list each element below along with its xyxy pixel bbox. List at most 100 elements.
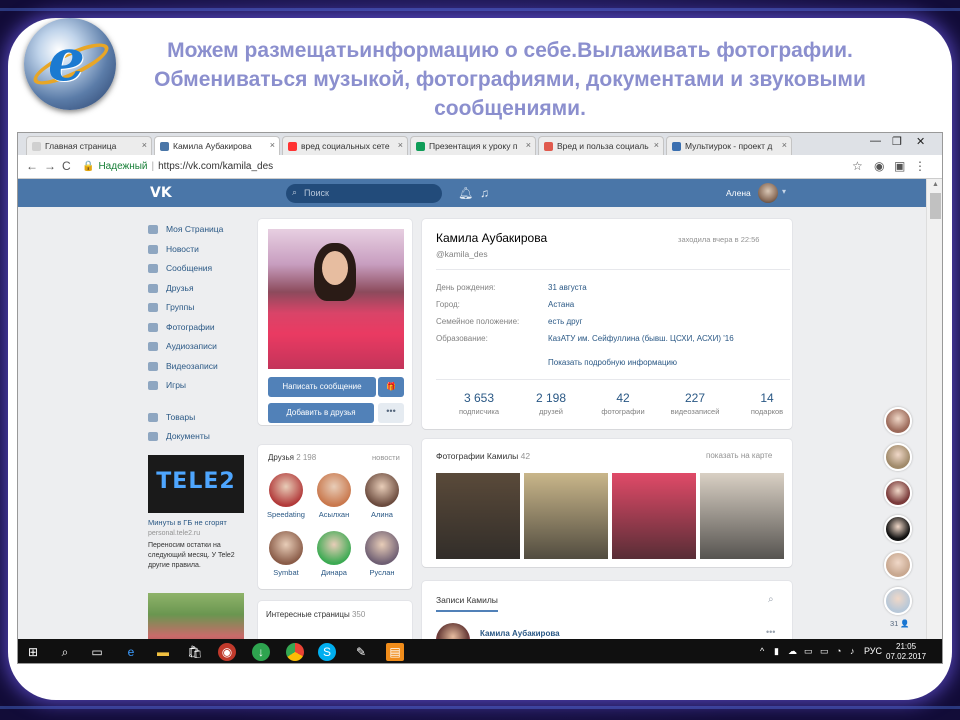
edge-browser-icon[interactable]: e [122,643,140,661]
app-icon[interactable]: ◉ [218,643,236,661]
sidebar-item[interactable]: Сообщения [146,260,256,280]
tray-icon[interactable]: ▭ [804,646,813,657]
profile-photo-thumbnail[interactable] [700,473,784,559]
profile-photo-thumbnail[interactable] [612,473,696,559]
info-value[interactable]: КазАТУ им. Сейфуллина (бывш. ЦСХИ, АСХИ)… [548,334,734,343]
battery-icon[interactable]: ▭ [820,646,829,657]
back-button[interactable]: ← [26,159,38,173]
music-note-icon[interactable]: ♫ [480,186,489,200]
sidebar-item[interactable]: Группы [146,299,256,319]
paint-icon[interactable]: ✎ [352,643,370,661]
windows-start-icon[interactable]: ⊞ [24,643,42,661]
gift-button[interactable]: 🎁 [378,377,404,397]
app-icon[interactable]: ▤ [386,643,404,661]
forward-button[interactable]: → [44,159,56,173]
wall-posts-tab[interactable]: Записи Камилы [436,595,498,612]
network-icon[interactable]: ◔ [836,646,841,656]
torrent-icon[interactable]: ↓ [252,643,270,661]
tray-icon[interactable]: ▮ [774,646,779,657]
friend-item[interactable]: Руслан [360,531,404,577]
tab-close-icon[interactable]: × [654,140,659,150]
tab-close-icon[interactable]: × [526,140,531,150]
tray-icon[interactable]: ☁ [788,646,797,657]
chat-bubble-avatar[interactable] [884,515,912,543]
scroll-up-icon[interactable]: ▲ [932,181,939,188]
ad-image[interactable]: TELE2 [148,455,244,513]
chat-bubble-avatar[interactable] [884,551,912,579]
tab-close-icon[interactable]: × [398,140,403,150]
sidebar-item[interactable]: Товары [146,409,256,429]
sidebar-item[interactable]: Новости [146,241,256,261]
sidebar-item[interactable]: Фотографии [146,319,256,339]
tray-arrow-icon[interactable]: ^ [760,646,764,656]
more-actions-button[interactable]: ••• [378,403,404,423]
page-scrollbar[interactable]: ▲ [926,179,942,639]
friend-item[interactable]: Динара [312,531,356,577]
system-clock[interactable]: 21:05 07.02.2017 [886,642,926,662]
browser-menu-icon[interactable]: ⋮ [914,159,926,173]
tab-close-icon[interactable]: × [142,140,147,150]
reload-button[interactable]: C [62,159,71,173]
sidebar-item[interactable]: Моя Страница [146,221,256,241]
info-value[interactable]: Астана [548,300,574,309]
photos-heading[interactable]: Фотографии Камилы 42 [436,451,530,461]
browser-tab[interactable]: Вред и польза социаль × [538,136,664,155]
minimize-button[interactable]: — [870,135,881,147]
post-menu-button[interactable]: ••• [766,627,775,637]
ad-title[interactable]: Минуты в ГБ не сгорят [148,518,248,527]
show-on-map-link[interactable]: показать на карте [706,451,772,460]
close-window-button[interactable]: ✕ [916,135,925,148]
sidebar-item[interactable]: Аудиозаписи [146,338,256,358]
chat-bubble-avatar[interactable] [884,479,912,507]
chat-bubble-avatar[interactable] [884,587,912,615]
language-indicator[interactable]: РУС [864,646,882,656]
file-explorer-icon[interactable]: ▬ [154,643,172,661]
profile-stat[interactable]: 14 подарков [732,391,802,416]
profile-photo-thumbnail[interactable] [524,473,608,559]
info-value[interactable]: 31 августа [548,283,587,292]
more-chats-count[interactable]: 31 👤 [890,619,910,628]
profile-stat[interactable]: 42 фотографии [588,391,658,416]
sidebar-item[interactable]: Документы [146,428,256,448]
friend-item[interactable]: Алина [360,473,404,519]
write-message-button[interactable]: Написать сообщение [268,377,376,397]
info-value[interactable]: есть друг [548,317,582,326]
profile-stat[interactable]: 3 653 подписчика [444,391,514,416]
scroll-thumb[interactable] [930,193,941,219]
browser-tab[interactable]: Мультиурок - проект д × [666,136,792,155]
interesting-pages-heading[interactable]: Интересные страницы 350 [266,610,365,619]
browser-tab[interactable]: вред социальных сете × [282,136,408,155]
volume-icon[interactable]: ♪ [850,646,855,656]
profile-avatar-photo[interactable] [268,229,404,369]
sidebar-item[interactable]: Друзья [146,280,256,300]
skype-icon[interactable]: S [318,643,336,661]
search-icon[interactable]: ⌕ [56,643,74,661]
chat-bubble-avatar[interactable] [884,407,912,435]
friends-updates-link[interactable]: новости [372,453,400,462]
wall-search-icon[interactable]: ⌕ [768,594,774,605]
chat-bubble-avatar[interactable] [884,443,912,471]
post-author-name[interactable]: Камила Аубакирова [480,629,560,638]
chevron-down-icon[interactable]: ▾ [782,187,786,196]
friend-item[interactable]: Асылхан [312,473,356,519]
chrome-icon[interactable] [286,643,304,661]
vk-search-input[interactable]: ⌕ Поиск [286,184,442,203]
show-more-info-link[interactable]: Показать подробную информацию [548,358,677,367]
sidebar-item[interactable]: Видеозаписи [146,358,256,378]
friends-heading[interactable]: Друзья 2 198 [268,453,316,462]
bookmark-star-icon[interactable]: ☆ [852,159,863,173]
profile-photo-thumbnail[interactable] [436,473,520,559]
ad-site[interactable]: personal.tele2.ru [148,530,200,537]
extension-icon[interactable]: ◉ [874,159,884,173]
maximize-button[interactable]: ❐ [892,135,902,148]
tab-close-icon[interactable]: × [782,140,787,150]
header-user-avatar[interactable] [758,183,778,203]
browser-tab[interactable]: Главная страница × [26,136,152,155]
store-icon[interactable]: 🛍︎ [186,643,204,661]
browser-tab[interactable]: Камила Аубакирова × [154,136,280,155]
notifications-bell-icon[interactable]: 🔔︎ [458,186,473,200]
friend-item[interactable]: Speedating [264,473,308,519]
profile-stat[interactable]: 227 видеозаписей [660,391,730,416]
vk-logo[interactable]: VK [150,185,172,201]
sidebar-item[interactable]: Игры [146,377,256,397]
